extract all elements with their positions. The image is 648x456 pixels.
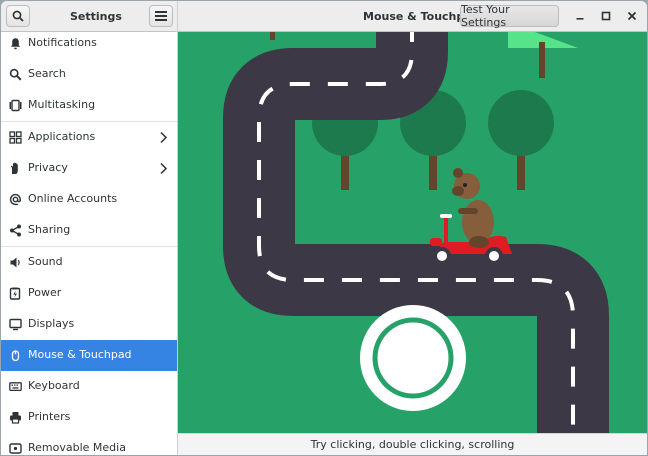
sidebar-item-label: Mouse & Touchpad <box>28 348 132 361</box>
sidebar-item-online-accounts[interactable]: Online Accounts <box>1 184 177 215</box>
media-icon <box>9 443 22 454</box>
tree-3 <box>488 90 554 190</box>
printer-icon <box>10 412 21 424</box>
hint-text: Try clicking, double clicking, scrolling <box>178 433 647 455</box>
power-icon <box>9 287 21 300</box>
sidebar-item-printers[interactable]: Printers <box>1 402 177 433</box>
chevron-right-icon <box>160 131 168 144</box>
bear <box>452 168 494 248</box>
search-button[interactable] <box>6 5 30 27</box>
sidebar-item-removable-media[interactable]: Removable Media <box>1 433 177 455</box>
sidebar-item-label: Removable Media <box>28 441 126 454</box>
sidebar-item-label: Applications <box>28 130 96 143</box>
sidebar-item-label: Search <box>28 67 66 80</box>
sidebar-item-displays[interactable]: Displays <box>1 309 177 340</box>
test-settings-button[interactable]: Test Your Settings <box>460 3 559 29</box>
sidebar-item-label: Notifications <box>28 36 97 49</box>
keyboard-icon <box>9 382 22 392</box>
tree-top-right <box>508 32 578 78</box>
sidebar-title: Settings <box>70 10 122 23</box>
sidebar-item-notifications[interactable]: Notifications <box>1 32 177 59</box>
sidebar-item-sound[interactable]: Sound <box>1 247 177 278</box>
sidebar-item-multitasking[interactable]: Multitasking <box>1 90 177 121</box>
mouse-icon <box>11 350 20 362</box>
sidebar-item-label: Multitasking <box>28 98 96 111</box>
close-icon[interactable] <box>625 9 639 23</box>
sidebar-item-search[interactable]: Search <box>1 59 177 90</box>
share-icon <box>10 224 21 237</box>
sidebar-item-mouse-touchpad[interactable]: Mouse & Touchpad <box>1 340 177 371</box>
search-icon <box>12 10 24 22</box>
sidebar-item-power[interactable]: Power <box>1 278 177 309</box>
hamburger-icon <box>155 11 167 21</box>
double-click-target <box>360 305 466 411</box>
sidebar-item-label: Privacy <box>28 161 68 174</box>
tree-trunk-top <box>270 32 275 40</box>
chevron-right-icon <box>160 162 168 175</box>
at-icon <box>9 193 22 206</box>
sidebar-item-label: Online Accounts <box>28 192 118 205</box>
sidebar-item-label: Printers <box>28 410 71 423</box>
sidebar-item-label: Sharing <box>28 223 71 236</box>
sidebar-item-label: Displays <box>28 317 75 330</box>
sidebar-item-sharing[interactable]: Sharing <box>1 215 177 246</box>
sidebar-item-privacy[interactable]: Privacy <box>1 153 177 184</box>
menu-button[interactable] <box>149 5 173 27</box>
test-illustration <box>223 32 609 433</box>
search-icon <box>9 68 22 81</box>
grid-icon <box>9 131 22 144</box>
test-area[interactable] <box>178 32 647 433</box>
monitor-icon <box>9 318 22 331</box>
minimize-icon[interactable] <box>573 9 587 23</box>
bell-icon <box>10 38 21 50</box>
maximize-icon[interactable] <box>599 9 613 23</box>
multitasking-icon <box>9 99 22 112</box>
sidebar-item-label: Power <box>28 286 62 299</box>
sidebar: Notifications Search Multitasking Applic… <box>1 32 178 455</box>
sidebar-header: Settings <box>1 1 178 32</box>
sidebar-item-applications[interactable]: Applications <box>1 122 177 153</box>
sidebar-item-keyboard[interactable]: Keyboard <box>1 371 177 402</box>
settings-window: Settings Mouse & Touchpad Test Your Sett… <box>1 1 647 455</box>
header-bar: Settings Mouse & Touchpad Test Your Sett… <box>1 1 647 32</box>
speaker-icon <box>10 257 20 268</box>
hand-icon <box>10 162 18 174</box>
sidebar-item-label: Sound <box>28 255 63 268</box>
sidebar-item-label: Keyboard <box>28 379 80 392</box>
